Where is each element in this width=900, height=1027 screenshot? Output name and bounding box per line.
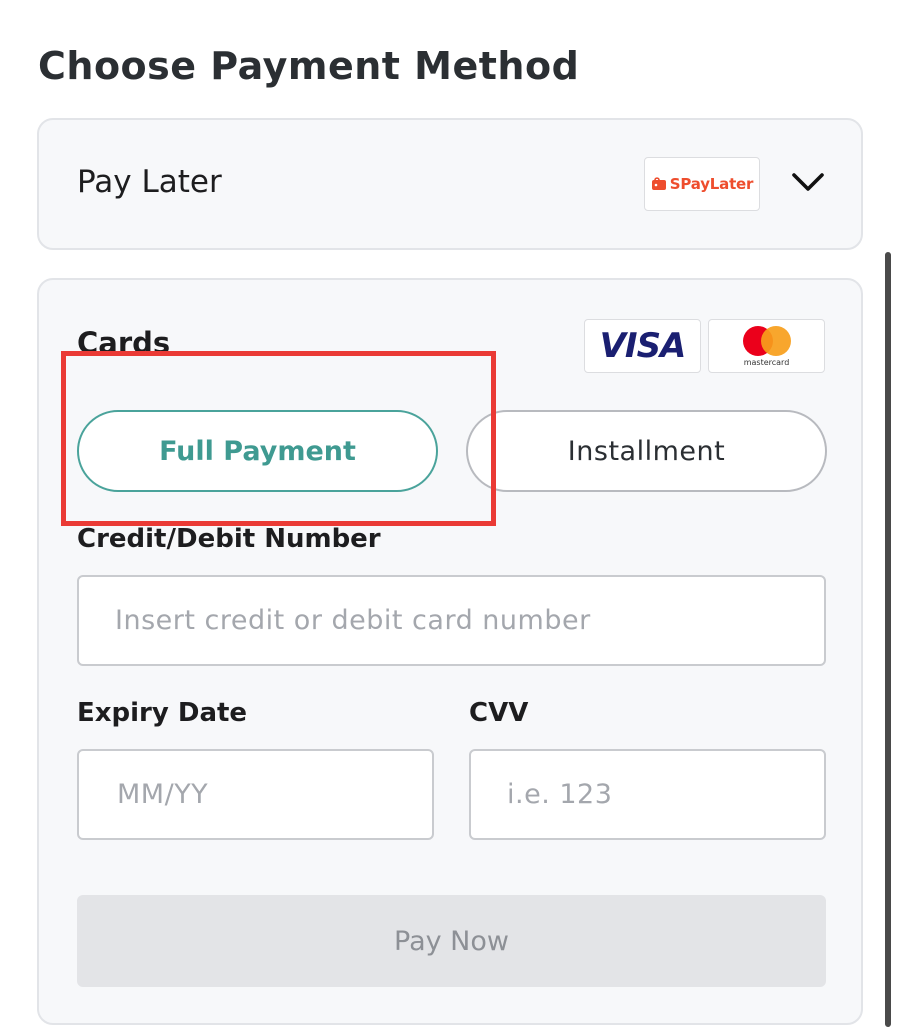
scrollbar[interactable]: [885, 252, 891, 1027]
chevron-down-icon[interactable]: [791, 170, 825, 194]
spaylater-logo: SPayLater: [644, 157, 760, 211]
cvv-label: CVV: [469, 698, 529, 728]
spaylater-logo-text: SPayLater: [669, 175, 754, 193]
pay-now-button[interactable]: Pay Now: [77, 895, 826, 987]
card-number-input[interactable]: [77, 575, 826, 666]
page-title: Choose Payment Method: [38, 44, 580, 88]
shop-bag-icon: [651, 177, 666, 190]
visa-logo-text: VISA: [599, 326, 687, 366]
installment-option[interactable]: Installment: [466, 410, 827, 492]
expiry-date-input[interactable]: [77, 749, 434, 840]
expiry-date-label: Expiry Date: [77, 698, 248, 728]
highlight-annotation-box: [61, 351, 496, 526]
cvv-input[interactable]: [469, 749, 826, 840]
mastercard-logo-text: mastercard: [743, 357, 790, 367]
mastercard-logo: mastercard: [708, 319, 825, 373]
visa-logo: VISA: [584, 319, 701, 373]
pay-later-label: Pay Later: [77, 164, 222, 200]
mastercard-circles-icon: [742, 325, 791, 356]
pay-later-section[interactable]: Pay Later SPayLater: [37, 118, 863, 250]
card-number-label: Credit/Debit Number: [77, 524, 381, 554]
